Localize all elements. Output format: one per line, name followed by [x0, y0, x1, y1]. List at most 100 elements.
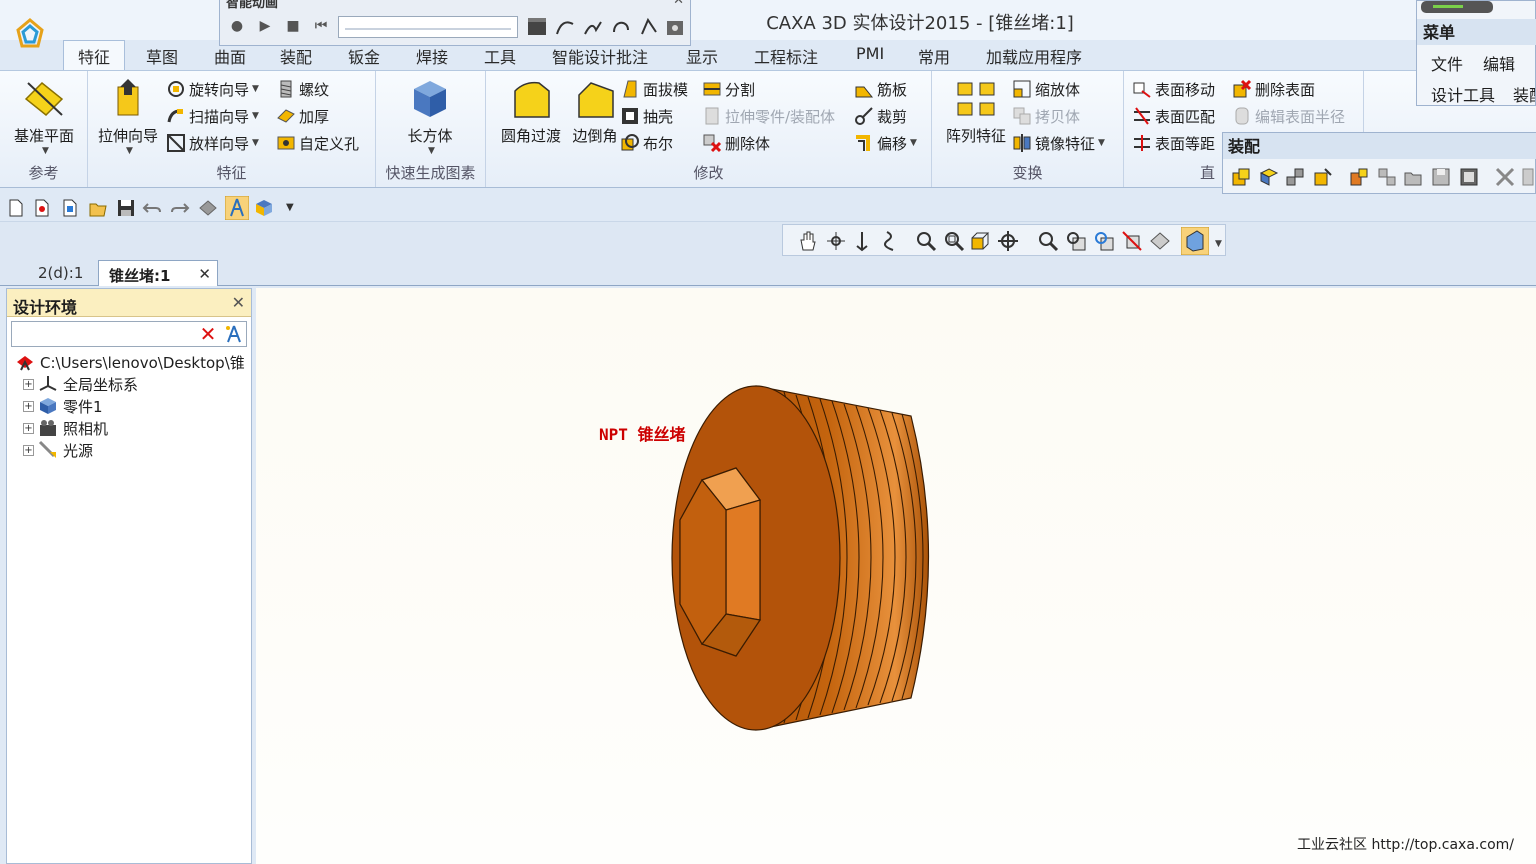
offset-button[interactable]: 偏移 ▼ — [854, 131, 917, 155]
chevron-down-icon[interactable]: ▼ — [1215, 239, 1222, 249]
disassemble-icon[interactable] — [1285, 167, 1305, 187]
zoom-icon[interactable] — [915, 230, 937, 252]
tree-item-global-coords[interactable]: + 全局坐标系 — [23, 373, 247, 395]
animation-settings-icon[interactable] — [664, 16, 686, 38]
loft-wizard-button[interactable]: 放样向导 ▼ — [166, 131, 259, 155]
assemble-icon[interactable] — [1231, 167, 1251, 187]
expand-icon[interactable]: + — [23, 422, 34, 434]
save-component-icon[interactable] — [1431, 167, 1451, 187]
clear-icon[interactable]: ✕ — [198, 324, 218, 344]
extrude-wizard-button[interactable]: 拉伸向导 ▼ — [92, 77, 164, 156]
panel-grip-handle[interactable] — [1421, 1, 1493, 13]
assembly-constraint-icon[interactable] — [1313, 167, 1333, 187]
doc-tab-drawing[interactable]: 2(d):1 — [28, 260, 98, 286]
new-drawing-icon[interactable] — [32, 198, 52, 218]
datum-plane-button[interactable]: 基准平面 ▼ — [6, 77, 82, 156]
tree-filter-icon[interactable] — [224, 324, 244, 344]
open-assembly-icon[interactable] — [1403, 167, 1423, 187]
fit-all-icon[interactable] — [997, 230, 1019, 252]
rewind-icon[interactable]: ⏮ — [312, 17, 330, 35]
tree-item-camera[interactable]: + 照相机 — [23, 417, 247, 439]
zoom-display-icon[interactable] — [1037, 230, 1059, 252]
new-file-icon[interactable] — [6, 198, 26, 218]
zoom-target-icon[interactable] — [1093, 230, 1115, 252]
tab-common[interactable]: 常用 — [914, 44, 954, 70]
close-icon[interactable]: ✕ — [198, 265, 211, 283]
pan-hand-icon[interactable] — [797, 230, 819, 252]
mirror-feature-button[interactable]: 镜像特征 ▼ — [1012, 131, 1105, 155]
tab-smart-annotation[interactable]: 智能设计批注 — [548, 44, 652, 70]
zoom-pan-icon[interactable] — [1065, 230, 1087, 252]
thread-button[interactable]: 螺纹 — [276, 77, 329, 101]
view-cube-icon[interactable] — [969, 230, 991, 252]
new-design-icon[interactable] — [60, 198, 80, 218]
insert-component-icon[interactable] — [1259, 167, 1279, 187]
path-point-icon[interactable] — [638, 16, 660, 38]
component-copy-icon[interactable] — [1377, 167, 1397, 187]
view-orientation-icon[interactable] — [1149, 230, 1171, 252]
tab-welding[interactable]: 焊接 — [412, 44, 452, 70]
open-folder-icon[interactable] — [88, 198, 108, 218]
tab-sketch[interactable]: 草图 — [142, 44, 182, 70]
tab-surface[interactable]: 曲面 — [210, 44, 250, 70]
taper-plug-model[interactable] — [656, 368, 956, 738]
close-icon[interactable]: ✕ — [673, 0, 684, 8]
menu-item-file[interactable]: 文件 — [1431, 51, 1463, 75]
rib-button[interactable]: 筋板 — [854, 77, 907, 101]
sweep-wizard-button[interactable]: 扫描向导 ▼ — [166, 104, 259, 128]
chamfer-button[interactable]: 边倒角 — [564, 77, 626, 146]
play-icon[interactable]: ▶ — [256, 17, 274, 35]
tab-load-apps[interactable]: 加载应用程序 — [982, 44, 1086, 70]
orbit-icon[interactable] — [825, 230, 847, 252]
assembly-more-icon[interactable] — [1521, 167, 1535, 187]
path-rotate-icon[interactable] — [610, 16, 632, 38]
offset-face-button[interactable]: 表面等距 — [1132, 131, 1215, 155]
thicken-button[interactable]: 加厚 — [276, 104, 329, 128]
shell-button[interactable]: 抽壳 — [620, 104, 673, 128]
close-icon[interactable]: ✕ — [232, 293, 245, 312]
design-library-icon[interactable] — [254, 198, 274, 218]
animation-timeline-slider[interactable] — [338, 16, 518, 38]
expand-icon[interactable]: + — [23, 400, 34, 412]
zoom-window-icon[interactable] — [943, 230, 965, 252]
walk-icon[interactable] — [879, 230, 901, 252]
tab-assembly[interactable]: 装配 — [276, 44, 316, 70]
design-tree-search-input[interactable] — [14, 324, 194, 344]
animation-clip-icon[interactable] — [526, 16, 548, 38]
menu-item-design-tools[interactable]: 设计工具 — [1431, 82, 1495, 106]
scale-body-button[interactable]: 缩放体 — [1012, 77, 1080, 101]
design-tree-toggle-icon[interactable] — [225, 196, 249, 220]
boolean-button[interactable]: 布尔 — [620, 131, 673, 155]
trim-button[interactable]: 裁剪 — [854, 104, 907, 128]
box-button[interactable]: 长方体 ▼ — [394, 77, 466, 156]
edit-face-radius-button[interactable]: 编辑表面半径 — [1232, 104, 1345, 128]
copy-body-button[interactable]: 拷贝体 — [1012, 104, 1080, 128]
menu-item-edit[interactable]: 编辑 — [1483, 51, 1515, 75]
move-face-button[interactable]: 表面移动 — [1132, 77, 1215, 101]
tree-root-item[interactable]: C:\Users\lenovo\Desktop\锥 — [15, 351, 247, 373]
revolve-wizard-button[interactable]: 旋转向导 ▼ — [166, 77, 259, 101]
tab-engineering-annotation[interactable]: 工程标注 — [750, 44, 822, 70]
delete-body-button[interactable]: 删除体 — [702, 131, 770, 155]
render-icon[interactable] — [198, 198, 218, 218]
redo-icon[interactable] — [170, 198, 190, 218]
face-draft-button[interactable]: 面拔模 — [620, 77, 688, 101]
3d-viewport[interactable]: NPT 锥丝堵 工业云社区 http://top.caxa.com/ — [256, 288, 1536, 864]
tree-item-part1[interactable]: + 零件1 — [23, 395, 247, 417]
path-curve-icon[interactable] — [554, 16, 576, 38]
expand-icon[interactable]: + — [23, 444, 34, 456]
component-library-icon[interactable] — [1459, 167, 1479, 187]
path-edit-icon[interactable] — [582, 16, 604, 38]
zoom-section-icon[interactable] — [1121, 230, 1143, 252]
custom-hole-button[interactable]: 自定义孔 — [276, 131, 359, 155]
stop-icon[interactable]: ■ — [284, 17, 302, 35]
dynamic-rotate-icon[interactable] — [851, 230, 873, 252]
expand-icon[interactable]: + — [23, 378, 34, 390]
save-icon[interactable] — [116, 198, 136, 218]
interference-check-icon[interactable] — [1495, 167, 1515, 187]
extrude-part-button[interactable]: 拉伸零件/装配体 — [702, 104, 835, 128]
shaded-render-icon[interactable] — [1181, 227, 1209, 255]
tab-display[interactable]: 显示 — [682, 44, 722, 70]
undo-icon[interactable] — [142, 198, 162, 218]
tree-item-light[interactable]: + 光源 — [23, 439, 247, 461]
